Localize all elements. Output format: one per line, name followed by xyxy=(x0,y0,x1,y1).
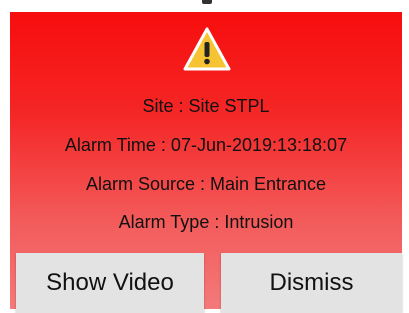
alarm-type: Alarm Type : Intrusion xyxy=(118,212,294,232)
alarm-site: Site : Site STPL xyxy=(142,96,270,116)
status-bar-notch xyxy=(202,0,212,4)
alarm-time: Alarm Time : 07-Jun-2019:13:18:07 xyxy=(64,135,348,155)
dismiss-button[interactable]: Dismiss xyxy=(221,253,402,313)
alarm-dialog: Site : Site STPL Alarm Time : 07-Jun-201… xyxy=(10,12,402,313)
status-bar xyxy=(0,0,409,12)
warning-icon xyxy=(183,27,231,71)
alarm-source: Alarm Source : Main Entrance xyxy=(85,174,327,194)
show-video-button[interactable]: Show Video xyxy=(16,253,204,313)
